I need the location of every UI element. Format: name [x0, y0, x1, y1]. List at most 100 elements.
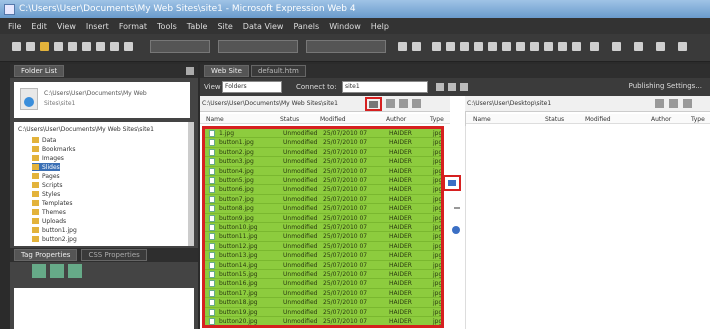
tree-item[interactable]: Themes	[32, 208, 66, 216]
italic-icon[interactable]	[446, 42, 455, 51]
size-dropdown[interactable]	[306, 40, 386, 53]
close-icon[interactable]	[460, 83, 468, 91]
view-dropdown[interactable]: Folders	[222, 81, 282, 93]
tree-item[interactable]: Bookmarks	[32, 145, 76, 153]
layout-icon[interactable]	[678, 42, 687, 51]
file-row[interactable]: button2.jpg Unmodified 25/07/2010 07 HAIDER…	[205, 147, 441, 158]
border-icon[interactable]	[590, 42, 599, 51]
redo-icon[interactable]	[412, 42, 421, 51]
col-author[interactable]: Author	[386, 116, 406, 123]
file-row[interactable]: button17.jpg Unmodified 25/07/2010 07 HAIDE…	[205, 288, 441, 299]
menu-window[interactable]: Window	[329, 22, 361, 31]
file-row[interactable]: button18.jpg Unmodified 25/07/2010 07 HAIDE…	[205, 298, 441, 308]
tab-folder-list[interactable]: Folder List	[14, 65, 65, 77]
style-dropdown[interactable]	[150, 40, 210, 53]
file-row[interactable]: button7.jpg Unmodified 25/07/2010 07 HAIDER…	[205, 194, 441, 205]
file-row[interactable]: button9.jpg Unmodified 25/07/2010 07 HAIDER…	[205, 213, 441, 223]
remote-file-list[interactable]	[465, 126, 710, 329]
menu-format[interactable]: Format	[119, 22, 147, 31]
file-row[interactable]: button15.jpg Unmodified 25/07/2010 07 HAIDE…	[205, 270, 441, 280]
publish-to-remote-button-highlighted[interactable]	[443, 175, 461, 191]
file-row[interactable]: button19.jpg Unmodified 25/07/2010 07 HAIDE…	[205, 307, 441, 317]
file-row[interactable]: button16.jpg Unmodified 25/07/2010 07 HAIDE…	[205, 279, 441, 289]
up-folder-button-highlighted[interactable]	[365, 97, 382, 111]
tree-item-selected[interactable]: Slides	[32, 163, 60, 171]
tree-root[interactable]: C:\Users\User\Documents\My Web Sites\sit…	[18, 126, 154, 133]
save-icon[interactable]	[54, 42, 63, 51]
file-row[interactable]: button10.jpg Unmodified 25/07/2010 07 HAIDE…	[205, 223, 441, 233]
col-status[interactable]: Status	[280, 116, 299, 123]
font-color-icon[interactable]	[634, 42, 643, 51]
synchronize-icon[interactable]	[452, 226, 460, 234]
disconnect-icon[interactable]	[448, 83, 456, 91]
tab-tag-properties[interactable]: Tag Properties	[14, 249, 78, 261]
outdent-icon[interactable]	[572, 42, 581, 51]
tree-item[interactable]: Pages	[32, 172, 60, 180]
folder-icon[interactable]	[40, 42, 49, 51]
font-dropdown[interactable]	[218, 40, 298, 53]
show-categorized-icon[interactable]	[32, 264, 46, 278]
new-folder-icon[interactable]	[386, 99, 395, 108]
col-modified[interactable]: Modified	[585, 116, 611, 123]
align-left-icon[interactable]	[474, 42, 483, 51]
col-name[interactable]: Name	[473, 116, 491, 123]
col-type[interactable]: Type	[691, 116, 705, 123]
file-row[interactable]: button14.jpg Unmodified 25/07/2010 07 HAIDE…	[205, 260, 441, 270]
cut-icon[interactable]	[124, 42, 133, 51]
publishing-settings-link[interactable]: Publishing Settings...	[629, 82, 702, 90]
arrow-left-icon[interactable]	[454, 207, 460, 209]
col-author[interactable]: Author	[651, 116, 671, 123]
undo-icon[interactable]	[398, 42, 407, 51]
table-icon[interactable]	[656, 42, 665, 51]
tab-css-properties[interactable]: CSS Properties	[81, 249, 147, 261]
file-row[interactable]: button12.jpg Unmodified 25/07/2010 07 HAIDE…	[205, 241, 441, 252]
col-modified[interactable]: Modified	[320, 116, 346, 123]
tree-item[interactable]: Images	[32, 154, 64, 162]
file-row[interactable]: button20.jpg Unmodified 25/07/2010 07 HAIDE…	[205, 317, 441, 325]
site-summary[interactable]: C:\Users\User\Documents\My Web Sites\sit…	[14, 82, 190, 118]
file-row[interactable]: button3.jpg Unmodified 25/07/2010 07 HAIDER…	[205, 157, 441, 167]
menu-panels[interactable]: Panels	[293, 22, 319, 31]
remote-up-icon[interactable]	[655, 99, 664, 108]
file-row[interactable]: button8.jpg Unmodified 25/07/2010 07 HAIDER…	[205, 204, 441, 214]
tree-scrollbar[interactable]	[188, 122, 194, 246]
col-status[interactable]: Status	[545, 116, 564, 123]
file-row[interactable]: button5.jpg Unmodified 25/07/2010 07 HAIDER…	[205, 176, 441, 186]
spell-icon[interactable]	[110, 42, 119, 51]
numbering-icon[interactable]	[530, 42, 539, 51]
col-type[interactable]: Type	[430, 116, 444, 123]
tree-item[interactable]: Uploads	[32, 217, 66, 225]
align-right-icon[interactable]	[502, 42, 511, 51]
delete-icon[interactable]	[412, 99, 421, 108]
menu-file[interactable]: File	[8, 22, 21, 31]
align-center-icon[interactable]	[488, 42, 497, 51]
refresh-icon[interactable]	[399, 99, 408, 108]
justify-icon[interactable]	[516, 42, 525, 51]
menu-insert[interactable]: Insert	[86, 22, 109, 31]
indent-icon[interactable]	[558, 42, 567, 51]
bold-icon[interactable]	[432, 42, 441, 51]
tree-item[interactable]: Templates	[32, 199, 73, 207]
menu-help[interactable]: Help	[371, 22, 389, 31]
remote-refresh-icon[interactable]	[683, 99, 692, 108]
new-icon[interactable]	[12, 42, 21, 51]
tab-web-site[interactable]: Web Site	[204, 65, 249, 77]
menu-edit[interactable]: Edit	[31, 22, 47, 31]
open-icon[interactable]	[26, 42, 35, 51]
menu-view[interactable]: View	[57, 22, 76, 31]
underline-icon[interactable]	[460, 42, 469, 51]
show-set-properties-icon[interactable]	[68, 264, 82, 278]
remote-new-folder-icon[interactable]	[669, 99, 678, 108]
file-row[interactable]: button4.jpg Unmodified 25/07/2010 07 HAIDER…	[205, 166, 441, 176]
highlight-icon[interactable]	[612, 42, 621, 51]
tree-item[interactable]: Styles	[32, 190, 60, 198]
menu-data-view[interactable]: Data View	[243, 22, 284, 31]
publish-icon[interactable]	[96, 42, 105, 51]
local-file-list-highlighted[interactable]: 1.jpg Unmodified 25/07/2010 07 HAIDER jpg but…	[202, 126, 444, 328]
tree-item[interactable]: button2.jpg	[32, 235, 77, 243]
connect-icon[interactable]	[436, 83, 444, 91]
connect-dropdown[interactable]: site1	[342, 81, 428, 93]
tab-default-htm[interactable]: default.htm	[250, 65, 306, 77]
file-row[interactable]: 1.jpg Unmodified 25/07/2010 07 HAIDER jpg	[205, 129, 441, 139]
menu-site[interactable]: Site	[217, 22, 232, 31]
